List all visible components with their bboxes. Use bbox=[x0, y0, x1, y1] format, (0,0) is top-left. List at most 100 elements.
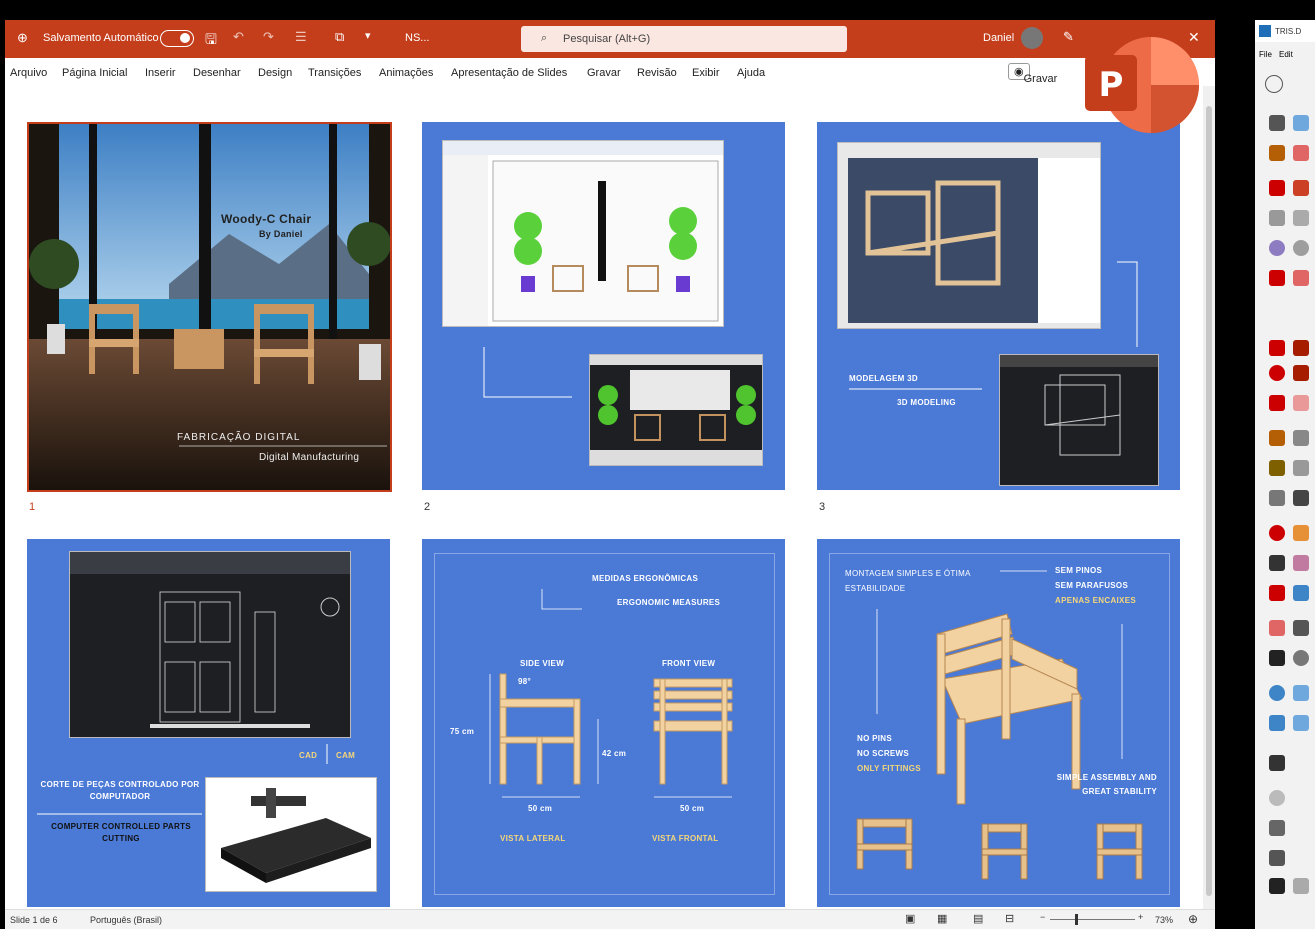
extension-icon[interactable] bbox=[1293, 685, 1309, 701]
slide-5[interactable]: MEDIDAS ERGONÔMICAS ERGONOMIC MEASURES S… bbox=[422, 539, 785, 907]
search-box[interactable]: ⌕ Pesquisar (Alt+G) bbox=[521, 26, 847, 52]
customize-icon[interactable]: ▾ bbox=[365, 29, 371, 42]
file-name[interactable]: NS... bbox=[405, 32, 429, 44]
tab-revisao[interactable]: Revisão bbox=[637, 67, 677, 79]
autosave-toggle[interactable] bbox=[160, 30, 194, 47]
arc-tool-icon[interactable] bbox=[1269, 270, 1285, 286]
redo-icon[interactable]: ↷ bbox=[263, 29, 274, 45]
line-tool-icon[interactable] bbox=[1269, 180, 1285, 196]
zoom-in-icon[interactable]: + bbox=[1138, 912, 1143, 922]
paint-bucket-icon[interactable] bbox=[1269, 878, 1285, 894]
present-icon[interactable]: ⧉ bbox=[335, 29, 344, 45]
title-bar: ⊕ Salvamento Automático 🖫 ↶ ↷ ☰ ⧉ ▾ NS..… bbox=[5, 20, 1215, 58]
format-icon[interactable]: ☰ bbox=[295, 29, 307, 45]
eraser-tool-icon[interactable] bbox=[1293, 145, 1309, 161]
fit-slide-icon[interactable]: ⊕ bbox=[1188, 912, 1198, 926]
move-tool-icon[interactable] bbox=[1269, 340, 1285, 356]
slide-6[interactable]: MONTAGEM SIMPLES E ÓTIMA ESTABILIDADE SE… bbox=[817, 539, 1180, 907]
tab-arquivo[interactable]: Arquivo bbox=[10, 67, 47, 79]
tab-desenhar[interactable]: Desenhar bbox=[193, 67, 241, 79]
orbit-tool-icon[interactable] bbox=[1269, 525, 1285, 541]
slide-1-caption-en: Digital Manufacturing bbox=[259, 452, 360, 463]
slide-3-screenshot-top bbox=[837, 142, 1101, 329]
tab-transicoes[interactable]: Transições bbox=[308, 67, 361, 79]
pen-icon[interactable]: ✎ bbox=[1063, 29, 1074, 45]
slideshow-icon[interactable]: ⊟ bbox=[1005, 912, 1014, 925]
tab-animacoes[interactable]: Animações bbox=[379, 67, 433, 79]
zoom-out-icon[interactable]: − bbox=[1040, 912, 1045, 922]
rectangle-tool-icon[interactable] bbox=[1269, 210, 1285, 226]
zoom-extents-tool-icon[interactable] bbox=[1269, 585, 1285, 601]
status-bar: Slide 1 de 6 Português (Brasil) ▣ ▦ ▤ ⊟ … bbox=[5, 909, 1215, 929]
slide-3[interactable]: MODELAGEM 3D 3D MODELING bbox=[817, 122, 1180, 490]
save-icon[interactable]: 🖫 bbox=[205, 29, 217, 53]
tab-design[interactable]: Design bbox=[258, 67, 292, 79]
language[interactable]: Português (Brasil) bbox=[90, 915, 162, 925]
tab-ajuda[interactable]: Ajuda bbox=[737, 67, 765, 79]
model-info-icon[interactable] bbox=[1269, 820, 1285, 836]
rotated-rect-tool-icon[interactable] bbox=[1293, 210, 1309, 226]
undo-icon[interactable]: ↶ bbox=[233, 29, 244, 45]
slide-1[interactable]: Woody-C Chair By Daniel FABRICAÇÃO DIGIT… bbox=[27, 122, 392, 492]
freehand-tool-icon[interactable] bbox=[1293, 180, 1309, 196]
slide-5-angle: 98° bbox=[518, 677, 531, 686]
account-icon[interactable] bbox=[1269, 755, 1285, 771]
zoom-window-tool-icon[interactable] bbox=[1293, 555, 1309, 571]
slide-4-label-cad: CAD bbox=[299, 751, 318, 760]
polygon-tool-icon[interactable] bbox=[1293, 240, 1309, 256]
tag-icon[interactable] bbox=[1293, 878, 1309, 894]
select-tool-icon[interactable] bbox=[1269, 115, 1285, 131]
layers-icon[interactable] bbox=[1269, 715, 1285, 731]
warehouse-icon[interactable] bbox=[1269, 685, 1285, 701]
side-add-icon[interactable] bbox=[1265, 75, 1283, 93]
outliner-icon[interactable] bbox=[1269, 850, 1285, 866]
record-button[interactable]: ◉ Gravar bbox=[1008, 63, 1057, 85]
slide-sorter-icon[interactable]: ▦ bbox=[937, 912, 947, 925]
slide-5-height-total: 75 cm bbox=[450, 727, 475, 736]
side-menu-file[interactable]: File bbox=[1259, 50, 1272, 59]
zoom-tool-icon[interactable] bbox=[1269, 555, 1285, 571]
walk-tool-icon[interactable] bbox=[1269, 650, 1285, 666]
slide-5-width-side: 50 cm bbox=[528, 804, 553, 813]
pan-tool-icon[interactable] bbox=[1293, 525, 1309, 541]
offset-tool-icon[interactable] bbox=[1293, 395, 1309, 411]
tab-pagina-inicial[interactable]: Página Inicial bbox=[62, 67, 127, 79]
protractor-tool-icon[interactable] bbox=[1269, 460, 1285, 476]
zoom-slider[interactable] bbox=[1050, 919, 1135, 920]
position-camera-icon[interactable] bbox=[1269, 620, 1285, 636]
tape-tool-icon[interactable] bbox=[1269, 430, 1285, 446]
scale-tool-icon[interactable] bbox=[1269, 395, 1285, 411]
pushpull-tool-icon[interactable] bbox=[1293, 340, 1309, 356]
vertical-scrollbar[interactable] bbox=[1203, 86, 1215, 909]
slide-2[interactable] bbox=[422, 122, 785, 490]
zoom-level[interactable]: 73% bbox=[1155, 915, 1173, 925]
paint-tool-icon[interactable] bbox=[1269, 145, 1285, 161]
zoom-slider-thumb[interactable] bbox=[1075, 914, 1078, 925]
rotate-tool-icon[interactable] bbox=[1269, 365, 1285, 381]
styles-icon[interactable] bbox=[1293, 715, 1309, 731]
slide-4[interactable]: CAD CAM CORTE DE PEÇAS CONTROLADO POR CO… bbox=[27, 539, 390, 907]
tab-gravar[interactable]: Gravar bbox=[587, 67, 621, 79]
tab-inserir[interactable]: Inserir bbox=[145, 67, 176, 79]
look-around-icon[interactable] bbox=[1293, 620, 1309, 636]
section-tool-icon[interactable] bbox=[1293, 650, 1309, 666]
reading-view-icon[interactable]: ▤ bbox=[973, 912, 983, 925]
previous-view-tool-icon[interactable] bbox=[1293, 585, 1309, 601]
user-avatar[interactable] bbox=[1021, 27, 1043, 49]
followme-tool-icon[interactable] bbox=[1293, 365, 1309, 381]
3dtext-tool-icon[interactable] bbox=[1293, 490, 1309, 506]
circle-tool-icon[interactable] bbox=[1269, 240, 1285, 256]
slide-4-label-en: COMPUTER CONTROLLED PARTS CUTTING bbox=[51, 822, 191, 843]
normal-view-icon[interactable]: ▣ bbox=[905, 912, 915, 925]
arc2-tool-icon[interactable] bbox=[1293, 270, 1309, 286]
tab-apresentacao[interactable]: Apresentação de Slides bbox=[451, 67, 567, 79]
user-name[interactable]: Daniel bbox=[983, 32, 1014, 44]
text-tool-icon[interactable] bbox=[1293, 460, 1309, 476]
slide-4-render-cnc bbox=[221, 788, 371, 883]
component-tool-icon[interactable] bbox=[1293, 115, 1309, 131]
settings-icon[interactable] bbox=[1269, 790, 1285, 806]
tab-exibir[interactable]: Exibir bbox=[692, 67, 720, 79]
axes-tool-icon[interactable] bbox=[1269, 490, 1285, 506]
side-menu-edit[interactable]: Edit bbox=[1279, 50, 1293, 59]
dimension-tool-icon[interactable] bbox=[1293, 430, 1309, 446]
